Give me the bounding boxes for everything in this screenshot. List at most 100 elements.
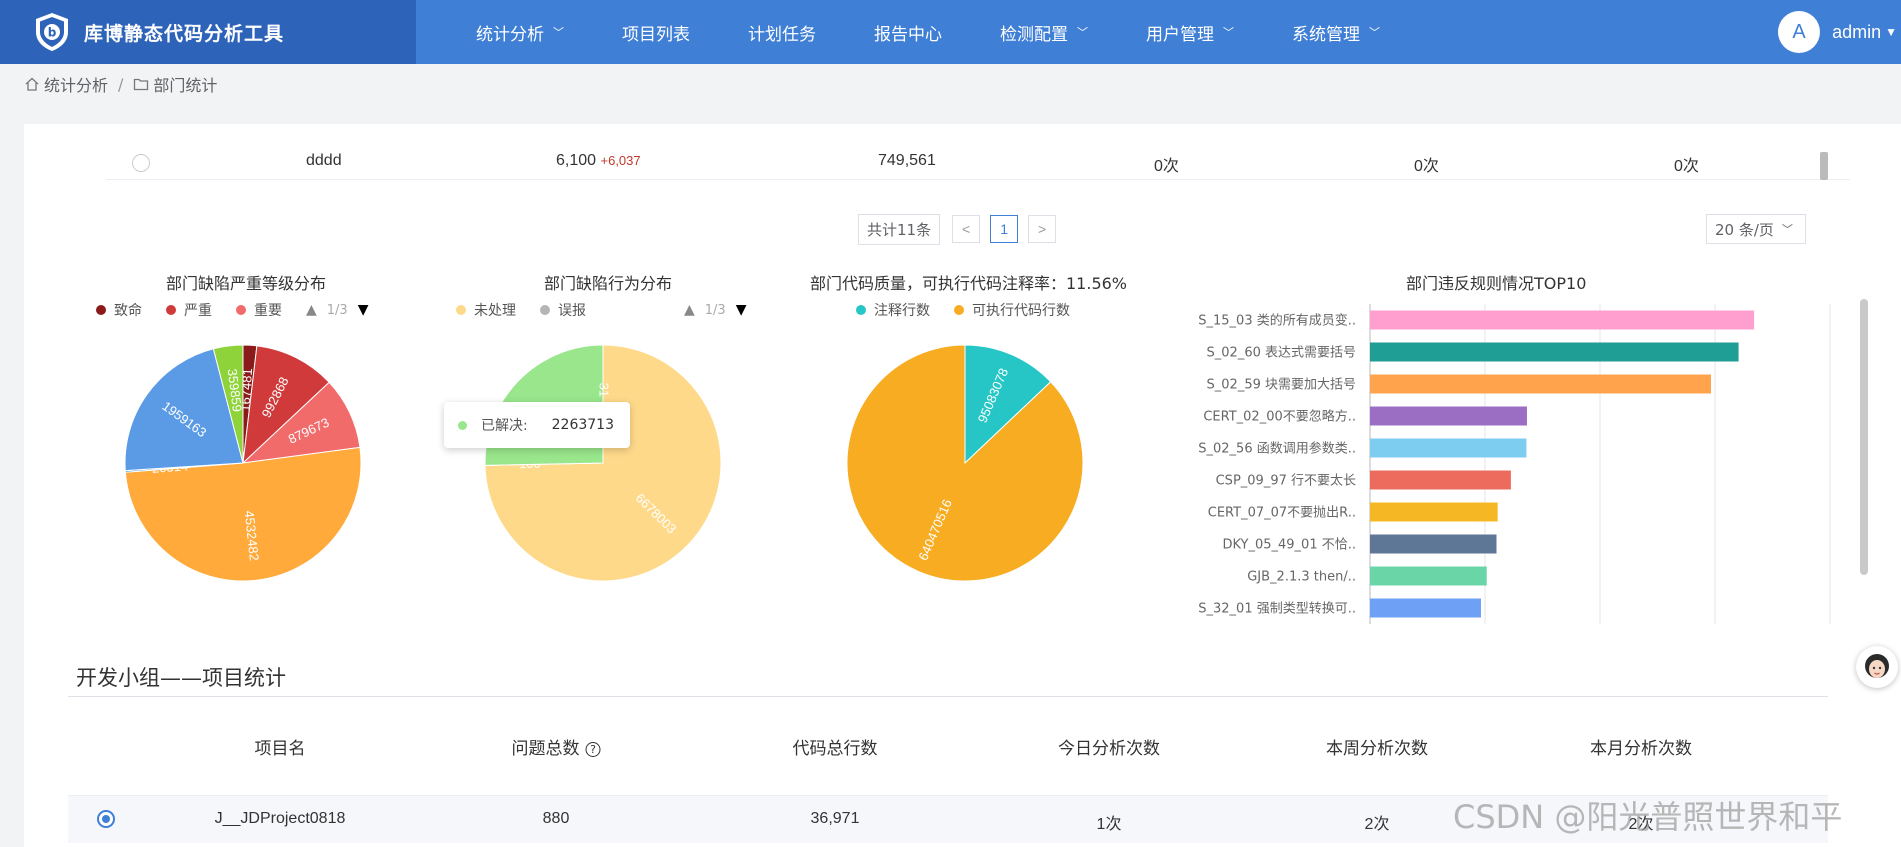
col-project-name: 项目名: [254, 739, 306, 759]
nav-item-scheduled-tasks[interactable]: 计划任务: [748, 20, 816, 45]
legend-dot: [166, 305, 176, 315]
col-week-count: 本周分析次数: [1326, 739, 1428, 759]
legend-item-false-positive[interactable]: 误报: [540, 300, 586, 320]
chevron-down-icon: ﹀: [553, 26, 564, 39]
pie-slice-label: 31: [597, 383, 612, 397]
week-cell: 2次: [1364, 816, 1390, 833]
quality-pie-chart[interactable]: 95083078640470516: [840, 338, 1090, 588]
legend-dot: [540, 305, 550, 315]
quality-chart-title: 部门代码质量，可执行代码注释率：11.56%: [810, 274, 1128, 293]
legend-prev-icon[interactable]: ▲: [306, 302, 317, 318]
legend-dot: [236, 305, 246, 315]
issues-cell: 880: [542, 810, 570, 827]
project-name-cell[interactable]: J__JDProject0818: [215, 810, 346, 828]
legend-item-severe[interactable]: 严重: [166, 300, 212, 320]
breadcrumb-current: 部门统计: [153, 76, 218, 95]
pagination-total: 共计11条: [858, 213, 941, 245]
username[interactable]: admin: [1832, 22, 1881, 43]
brand-area[interactable]: b 库博静态代码分析工具: [0, 0, 416, 64]
shield-logo-icon: b: [36, 13, 68, 51]
nav-label: 报告中心: [874, 24, 942, 45]
category-label: GJB_2.1.3 then/..: [1247, 570, 1356, 585]
nav-label: 用户管理: [1146, 24, 1214, 45]
violations-bar-chart[interactable]: 0200000400000600000800000S_15_03 类的所有成员变…: [1110, 294, 1860, 634]
behavior-legend: 未处理 误报 ▲ 1/3 ▼: [456, 300, 746, 320]
legend-item-executable-lines[interactable]: 可执行代码行数: [954, 300, 1070, 320]
chevron-down-icon: ﹀: [1369, 26, 1380, 39]
legend-label: 重要: [254, 303, 282, 319]
month-cell: 0次: [1674, 158, 1699, 175]
table-scrollbar[interactable]: [1820, 152, 1828, 180]
app-title: 库博静态代码分析工具: [84, 22, 285, 45]
col-month-count: 本月分析次数: [1590, 739, 1692, 759]
page-size-select[interactable]: 20 条/页 ﹀: [1706, 214, 1806, 244]
assistant-avatar-button[interactable]: [1856, 646, 1898, 688]
col-issue-total: 问题总数?: [512, 734, 601, 759]
behavior-chart-title: 部门缺陷行为分布: [544, 274, 673, 293]
legend-label: 致命: [114, 303, 142, 319]
category-label: CSP_09_97 行不要太长: [1216, 474, 1356, 489]
breadcrumb: 统计分析 / 部门统计: [24, 72, 217, 96]
bar[interactable]: [1370, 598, 1481, 618]
nav-item-statistics[interactable]: 统计分析 ﹀: [476, 20, 564, 45]
legend-item-comment-lines[interactable]: 注释行数: [856, 300, 930, 320]
today-cell: 1次: [1096, 816, 1122, 833]
bar[interactable]: [1370, 566, 1487, 586]
issues-delta: +6,037: [600, 153, 641, 168]
chart-tooltip: 已解决: 2263713: [444, 402, 630, 448]
nav-label: 统计分析: [476, 24, 544, 45]
nav-item-user-management[interactable]: 用户管理 ﹀: [1146, 20, 1234, 45]
page-1-button[interactable]: 1: [990, 215, 1019, 243]
bar[interactable]: [1370, 374, 1711, 394]
user-menu[interactable]: A admin ▼: [1778, 0, 1901, 64]
legend-next-icon[interactable]: ▼: [736, 302, 747, 318]
bar[interactable]: [1370, 310, 1755, 330]
legend-label: 误报: [558, 303, 586, 319]
row-radio[interactable]: [132, 154, 150, 172]
severity-chart-title: 部门缺陷严重等级分布: [166, 274, 327, 293]
chart-area-scrollbar[interactable]: [1860, 299, 1868, 575]
legend-item-fatal[interactable]: 致命: [96, 300, 142, 320]
tooltip-label: 已解决:: [481, 418, 528, 434]
legend-dot: [954, 305, 964, 315]
category-label: DKY_05_49_01 不恰..: [1222, 538, 1356, 553]
category-label: CERT_07_07不要抛出R..: [1208, 506, 1356, 521]
home-icon: [25, 77, 39, 91]
legend-label: 未处理: [474, 303, 516, 319]
week-cell: 0次: [1414, 158, 1439, 175]
lines-cell: 749,561: [878, 152, 936, 169]
chevron-down-icon: ﹀: [1077, 26, 1088, 39]
legend-label: 注释行数: [874, 303, 930, 319]
severity-pie-chart[interactable]: 1674819928688796734532482203141959163359…: [118, 338, 368, 588]
bar[interactable]: [1370, 502, 1498, 522]
legend-item-unhandled[interactable]: 未处理: [456, 300, 516, 320]
row-radio[interactable]: [97, 810, 115, 828]
avatar[interactable]: A: [1778, 11, 1821, 53]
caret-down-icon[interactable]: ▼: [1885, 25, 1897, 39]
breadcrumb-root[interactable]: 统计分析: [44, 72, 108, 96]
legend-item-important[interactable]: 重要: [236, 300, 282, 320]
nav-item-reports[interactable]: 报告中心: [874, 20, 942, 45]
help-icon[interactable]: ?: [585, 741, 601, 757]
category-label: S_32_01 强制类型转换可..: [1198, 602, 1356, 617]
legend-prev-icon[interactable]: ▲: [684, 302, 695, 318]
top-header: b 库博静态代码分析工具 统计分析 ﹀ 项目列表 计划任务 报告中心 检测配置 ﹀ …: [0, 0, 1901, 64]
category-label: S_02_59 块需要加大括号: [1207, 378, 1356, 393]
table-header: 项目名 问题总数? 代码总行数 今日分析次数 本周分析次数 本月分析次数: [68, 734, 1828, 774]
next-page-button[interactable]: >: [1028, 215, 1057, 243]
bar[interactable]: [1370, 438, 1527, 458]
bar[interactable]: [1370, 342, 1739, 362]
bar[interactable]: [1370, 470, 1511, 490]
nav-item-projects[interactable]: 项目列表: [622, 20, 690, 45]
bar[interactable]: [1370, 534, 1497, 554]
bar[interactable]: [1370, 406, 1527, 426]
folder-icon: [134, 78, 149, 91]
page-size-value: 20 条/页: [1715, 220, 1774, 239]
table-row[interactable]: dddd 6,100 +6,037 749,561 0次 0次 0次: [106, 146, 1850, 180]
legend-dot: [856, 305, 866, 315]
nav-item-system-management[interactable]: 系统管理 ﹀: [1292, 20, 1380, 45]
prev-page-button[interactable]: <: [952, 215, 981, 243]
legend-next-icon[interactable]: ▼: [358, 302, 369, 318]
nav-item-detection-config[interactable]: 检测配置 ﹀: [1000, 20, 1088, 45]
behavior-pie-chart[interactable]: 667800310031: [478, 338, 728, 588]
